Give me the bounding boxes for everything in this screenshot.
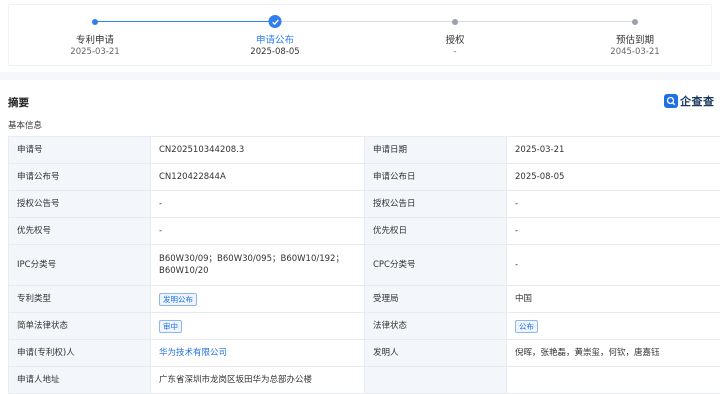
search-q-icon bbox=[664, 94, 678, 108]
field-value: 2025-03-21 bbox=[507, 137, 720, 164]
field-value[interactable]: 华为技术有限公司 bbox=[151, 340, 365, 367]
field-label: 申请公布日 bbox=[365, 164, 507, 191]
field-label: 优先权号 bbox=[9, 218, 151, 245]
table-row: IPC分类号 B60W30/09；B60W30/095；B60W10/192；B… bbox=[9, 245, 720, 286]
field-value: B60W30/09；B60W30/095；B60W10/192；B60W10/2… bbox=[151, 245, 365, 286]
timeline-step-date: 2045-03-21 bbox=[610, 47, 659, 57]
field-label: IPC分类号 bbox=[9, 245, 151, 286]
timeline-dot-step-4 bbox=[632, 19, 638, 25]
field-value: - bbox=[151, 191, 365, 218]
timeline-step-date: - bbox=[453, 47, 456, 57]
table-row: 简单法律状态 审中 法律状态 公布 bbox=[9, 313, 720, 340]
timeline-step-label: 专利申请 bbox=[76, 32, 114, 46]
field-label: CPC分类号 bbox=[365, 245, 507, 286]
table-row: 优先权号 - 优先权日 - bbox=[9, 218, 720, 245]
field-value: - bbox=[507, 218, 720, 245]
timeline-step-date: 2025-03-21 bbox=[70, 47, 119, 57]
table-row: 专利类型 发明公布 受理局 中国 bbox=[9, 286, 720, 313]
field-label: 授权公告日 bbox=[365, 191, 507, 218]
table-row: 申请公布号 CN120422844A 申请公布日 2025-08-05 bbox=[9, 164, 720, 191]
field-label: 简单法律状态 bbox=[9, 313, 151, 340]
timeline-step-label: 申请公布 bbox=[256, 32, 294, 46]
field-value: - bbox=[151, 218, 365, 245]
field-label bbox=[365, 367, 507, 394]
field-value: 中国 bbox=[507, 286, 720, 313]
field-label: 申请(专利权)人 bbox=[9, 340, 151, 367]
logo-text: 企查查 bbox=[680, 93, 715, 109]
field-label: 申请公布号 bbox=[9, 164, 151, 191]
table-row: 申请(专利权)人 华为技术有限公司 发明人 倪晖，张艳磊，黄崇玺，何钦，唐嘉钰 bbox=[9, 340, 720, 367]
applicant-link[interactable]: 华为技术有限公司 bbox=[159, 348, 227, 358]
section-divider bbox=[0, 72, 720, 80]
field-value bbox=[507, 367, 720, 394]
table-row: 申请人地址 广东省深圳市龙岗区坂田华为总部办公楼 bbox=[9, 367, 720, 394]
field-label: 发明人 bbox=[365, 340, 507, 367]
field-value: 公布 bbox=[507, 313, 720, 340]
field-value: 2025-08-05 bbox=[507, 164, 720, 191]
timeline-step-label: 授权 bbox=[445, 32, 464, 46]
timeline-dot-step-1 bbox=[92, 19, 98, 25]
legal-status-tag: 公布 bbox=[515, 320, 538, 333]
legal-status-tag: 审中 bbox=[159, 320, 182, 333]
section-title: 摘要 bbox=[8, 95, 29, 110]
timeline-step-date: 2025-08-05 bbox=[250, 47, 299, 57]
timeline-dot-step-3 bbox=[452, 19, 458, 25]
table-row: 授权公告号 - 授权公告日 - bbox=[9, 191, 720, 218]
field-label: 申请日期 bbox=[365, 137, 507, 164]
check-icon bbox=[269, 15, 282, 28]
field-value: CN120422844A bbox=[151, 164, 365, 191]
field-label: 优先权日 bbox=[365, 218, 507, 245]
field-label: 专利类型 bbox=[9, 286, 151, 313]
field-value: CN202510344208.3 bbox=[151, 137, 365, 164]
basic-info-table: 申请号 CN202510344208.3 申请日期 2025-03-21 申请公… bbox=[8, 136, 720, 394]
field-label: 申请号 bbox=[9, 137, 151, 164]
field-label: 受理局 bbox=[365, 286, 507, 313]
qichacha-logo[interactable]: 企查查 bbox=[664, 93, 715, 109]
timeline-line-done bbox=[95, 21, 275, 22]
field-label: 法律状态 bbox=[365, 313, 507, 340]
field-label: 申请人地址 bbox=[9, 367, 151, 394]
field-value: - bbox=[507, 191, 720, 218]
field-value: 倪晖，张艳磊，黄崇玺，何钦，唐嘉钰 bbox=[507, 340, 720, 367]
subsection-title: 基本信息 bbox=[8, 119, 42, 131]
field-value: 审中 bbox=[151, 313, 365, 340]
timeline-step-label: 预估到期 bbox=[616, 32, 654, 46]
field-value: - bbox=[507, 245, 720, 286]
progress-timeline: 专利申请 申请公布 授权 预估到期 2025-03-21 2025-08-05 … bbox=[8, 4, 712, 66]
table-row: 申请号 CN202510344208.3 申请日期 2025-03-21 bbox=[9, 137, 720, 164]
patent-type-tag: 发明公布 bbox=[159, 293, 197, 306]
field-value: 发明公布 bbox=[151, 286, 365, 313]
field-label: 授权公告号 bbox=[9, 191, 151, 218]
field-value: 广东省深圳市龙岗区坂田华为总部办公楼 bbox=[151, 367, 365, 394]
